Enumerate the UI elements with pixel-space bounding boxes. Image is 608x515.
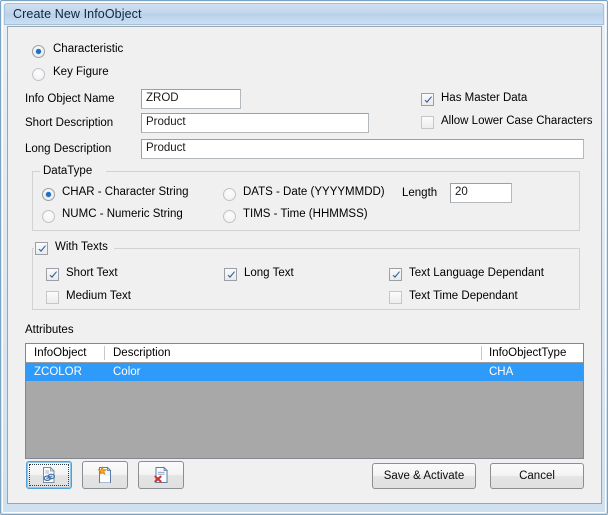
checkbox-long-text-label: Long Text: [244, 267, 294, 279]
checkbox-long-text[interactable]: [224, 268, 237, 281]
document-new-icon: [95, 465, 115, 485]
radio-numc[interactable]: [42, 210, 55, 223]
window-title: Create New InfoObject: [13, 7, 142, 21]
with-texts-group-border-left: [32, 248, 34, 249]
info-object-name-value: ZROD: [146, 92, 179, 104]
info-object-name-label: Info Object Name: [25, 93, 115, 105]
checkbox-text-time-dependant-label: Text Time Dependant: [409, 290, 518, 302]
info-object-name-input[interactable]: ZROD: [141, 89, 241, 109]
checkbox-allow-lower-case[interactable]: [421, 116, 434, 129]
checkbox-short-text[interactable]: [46, 268, 59, 281]
long-description-label: Long Description: [25, 143, 112, 155]
short-description-value: Product: [146, 116, 186, 128]
title-bar[interactable]: Create New InfoObject: [4, 3, 604, 25]
data-type-group-title: DataType: [40, 165, 96, 177]
attributes-table-header: InfoObject Description InfoObjectType: [26, 344, 583, 363]
radio-tims-label: TIMS - Time (HHMMSS): [243, 208, 368, 220]
attribute-add-button[interactable]: [82, 461, 128, 489]
data-type-group-border-right: [106, 171, 580, 172]
save-activate-button-label: Save & Activate: [383, 470, 465, 482]
save-activate-button[interactable]: Save & Activate: [372, 463, 476, 489]
column-header-infoobject[interactable]: InfoObject: [34, 347, 86, 359]
checkbox-text-language-dependant-label: Text Language Dependant: [409, 267, 544, 279]
with-texts-group-border-right: [114, 248, 580, 249]
length-value: 20: [455, 186, 468, 198]
radio-numc-label: NUMC - Numeric String: [62, 208, 183, 220]
checkbox-has-master-data-label: Has Master Data: [441, 92, 528, 104]
radio-dats-label: DATS - Date (YYYYMMDD): [243, 186, 385, 198]
checkbox-medium-text-label: Medium Text: [66, 290, 131, 302]
document-delete-icon: [151, 465, 171, 485]
long-description-input[interactable]: Product: [141, 139, 584, 159]
checkbox-allow-lower-case-label: Allow Lower Case Characters: [441, 115, 593, 127]
checkbox-medium-text[interactable]: [46, 291, 59, 304]
cell-infoobjecttype: CHA: [489, 366, 514, 378]
cancel-button-label: Cancel: [519, 470, 555, 482]
attributes-section-label: Attributes: [25, 324, 74, 336]
with-texts-group-title: With Texts: [52, 241, 111, 253]
radio-dats[interactable]: [223, 188, 236, 201]
radio-key-figure[interactable]: [32, 68, 45, 81]
create-new-infoobject-dialog: Create New InfoObject Characteristic Key…: [0, 0, 608, 515]
checkbox-text-time-dependant[interactable]: [389, 291, 402, 304]
cancel-button[interactable]: Cancel: [490, 463, 584, 489]
radio-characteristic-label: Characteristic: [53, 43, 124, 55]
short-description-input[interactable]: Product: [141, 113, 369, 133]
checkbox-text-language-dependant[interactable]: [389, 268, 402, 281]
column-header-infoobjecttype[interactable]: InfoObjectType: [489, 347, 566, 359]
cell-infoobject: ZCOLOR: [34, 366, 82, 378]
radio-characteristic[interactable]: [32, 45, 45, 58]
radio-char[interactable]: [42, 188, 55, 201]
radio-key-figure-label: Key Figure: [53, 66, 109, 78]
checkbox-with-texts[interactable]: [35, 242, 48, 255]
attribute-delete-button[interactable]: [138, 461, 184, 489]
column-divider-1[interactable]: [104, 346, 105, 360]
dialog-client-area: Characteristic Key Figure Info Object Na…: [7, 26, 602, 504]
column-divider-2[interactable]: [481, 346, 482, 360]
checkbox-short-text-label: Short Text: [66, 267, 118, 279]
short-description-label: Short Description: [25, 117, 114, 129]
cell-description: Color: [113, 366, 141, 378]
table-row[interactable]: ZCOLOR Color CHA: [26, 363, 583, 381]
length-input[interactable]: 20: [450, 183, 512, 203]
checkbox-has-master-data[interactable]: [421, 93, 434, 106]
long-description-value: Product: [146, 142, 186, 154]
document-search-icon: [39, 465, 59, 485]
length-label: Length: [402, 187, 438, 199]
radio-tims[interactable]: [223, 210, 236, 223]
radio-char-label: CHAR - Character String: [62, 186, 189, 198]
attribute-search-button[interactable]: [26, 461, 72, 489]
column-header-description[interactable]: Description: [113, 347, 171, 359]
attributes-table[interactable]: InfoObject Description InfoObjectType ZC…: [25, 343, 584, 459]
data-type-group-border-left: [32, 171, 40, 172]
